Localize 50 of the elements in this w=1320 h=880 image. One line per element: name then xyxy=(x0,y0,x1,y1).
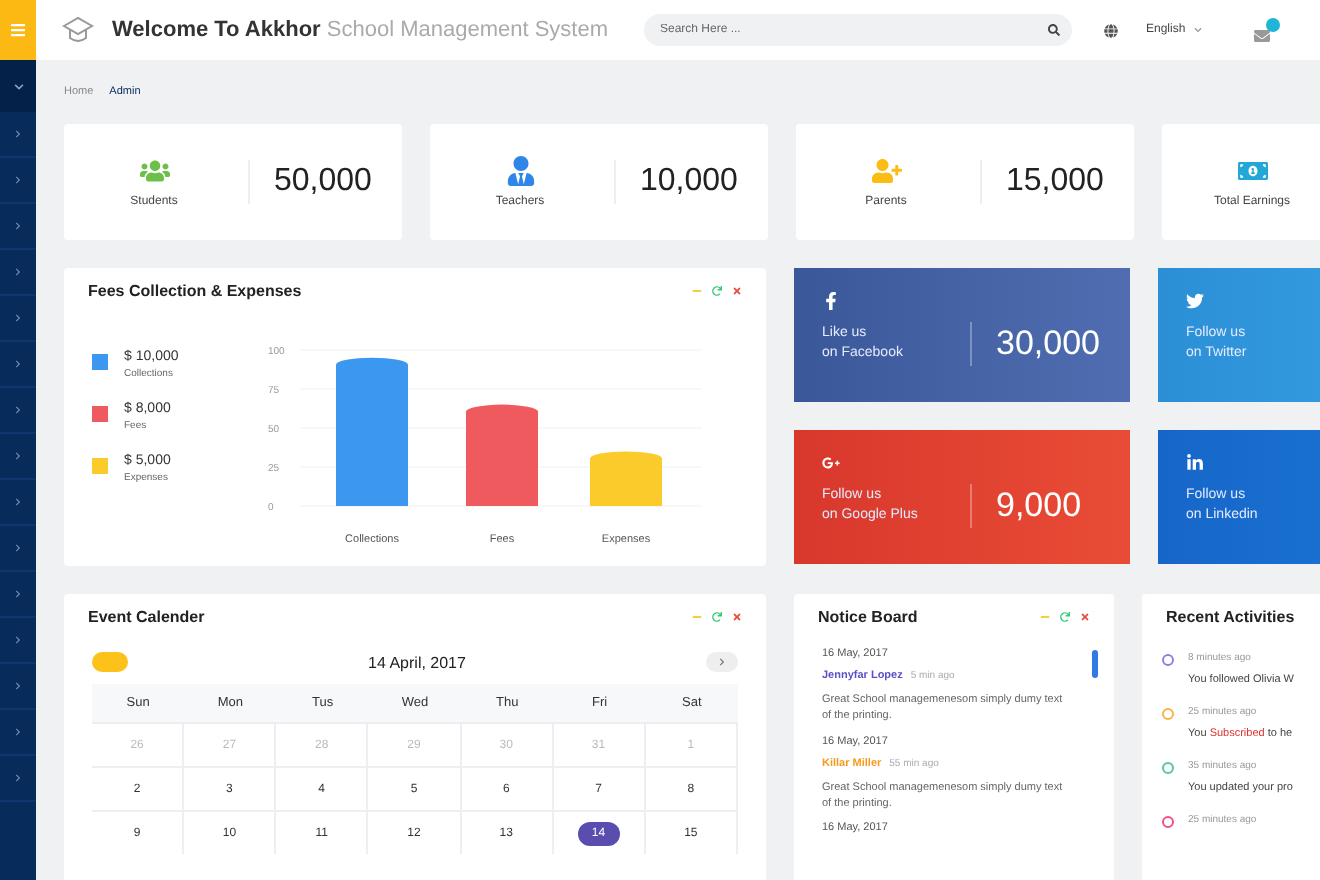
chevron-icon[interactable] xyxy=(14,314,22,322)
chevron-icon[interactable] xyxy=(14,774,22,782)
chart-bar xyxy=(466,404,538,506)
chevron-icon[interactable] xyxy=(14,452,22,460)
money-icon xyxy=(1237,156,1267,186)
card-title: Notice Board xyxy=(818,608,918,626)
app-title: Welcome To Akkhor School Management System xyxy=(112,18,611,42)
chevron-icon[interactable] xyxy=(14,498,22,506)
chevron-icon[interactable] xyxy=(13,81,23,91)
chevron-icon[interactable] xyxy=(14,268,22,276)
stat-value: 10,000 xyxy=(640,164,738,200)
caret-icon[interactable] xyxy=(1193,26,1202,34)
user-icon xyxy=(505,156,535,186)
chevron-icon[interactable] xyxy=(14,590,22,598)
twitter-icon xyxy=(1186,292,1204,310)
chevron-icon[interactable] xyxy=(14,360,22,368)
social-count: 30,000 xyxy=(996,324,1100,364)
globe-icon[interactable] xyxy=(1104,23,1118,37)
facebook-icon xyxy=(822,292,840,310)
chevron-icon[interactable] xyxy=(14,406,22,414)
close-icon[interactable] xyxy=(1080,612,1090,622)
stat-value: 15,000 xyxy=(1006,164,1104,200)
chevron-icon[interactable] xyxy=(14,544,22,552)
chevron-icon[interactable] xyxy=(14,682,22,690)
chevron-icon[interactable] xyxy=(14,130,22,138)
refresh-icon[interactable] xyxy=(1060,612,1070,622)
chevron-icon[interactable] xyxy=(14,222,22,230)
close-icon[interactable] xyxy=(732,612,742,622)
stat-value: 50,000 xyxy=(274,164,372,200)
chart-bar xyxy=(590,451,662,506)
close-icon[interactable] xyxy=(732,286,742,296)
users-icon xyxy=(139,156,169,186)
chevron-icon[interactable] xyxy=(14,728,22,736)
card-title: Event Calender xyxy=(88,608,205,626)
google-plus-icon xyxy=(822,454,840,472)
card-title: Recent Activities xyxy=(1166,608,1295,626)
refresh-icon[interactable] xyxy=(712,612,722,622)
scrollbar-thumb[interactable] xyxy=(1092,650,1098,678)
mail-icon[interactable] xyxy=(1253,17,1280,43)
linkedin-icon xyxy=(1186,454,1204,472)
social-count: 9,000 xyxy=(996,486,1082,526)
refresh-icon[interactable] xyxy=(712,286,722,296)
chevron-icon[interactable] xyxy=(14,636,22,644)
chevron-icon[interactable] xyxy=(718,658,726,666)
search-icon[interactable] xyxy=(1048,24,1060,36)
card-title: Fees Collection & Expenses xyxy=(88,282,302,300)
user-plus-icon xyxy=(871,156,901,186)
month-label: 14 April, 2017 xyxy=(368,653,466,671)
logo-icon xyxy=(60,14,96,46)
chevron-icon[interactable] xyxy=(14,176,22,184)
